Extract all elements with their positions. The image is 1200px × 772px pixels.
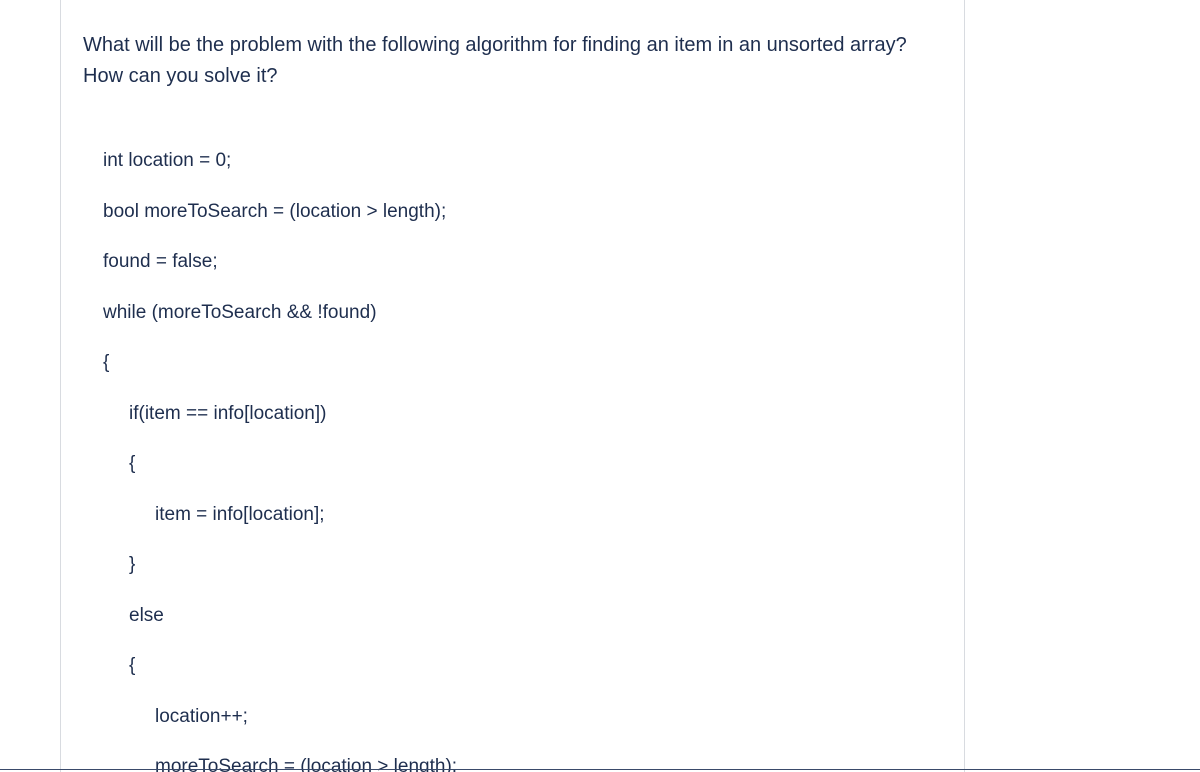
bottom-border (0, 769, 1200, 770)
code-line: { (103, 652, 942, 681)
code-line: else (103, 602, 942, 631)
code-line: int location = 0; (103, 147, 942, 176)
code-line: found = false; (103, 248, 942, 277)
code-line: bool moreToSearch = (location > length); (103, 198, 942, 227)
code-line: { (103, 450, 942, 479)
page: What will be the problem with the follow… (0, 0, 1200, 772)
code-line: while (moreToSearch && !found) (103, 299, 942, 328)
code-line: item = info[location]; (103, 501, 942, 530)
code-line: if(item == info[location]) (103, 400, 942, 429)
code-block: int location = 0; bool moreToSearch = (l… (83, 147, 942, 772)
question-text: What will be the problem with the follow… (83, 30, 942, 92)
code-line: location++; (103, 703, 942, 732)
content-card: What will be the problem with the follow… (60, 0, 965, 772)
code-line: } (103, 551, 942, 580)
code-line: { (103, 349, 942, 378)
